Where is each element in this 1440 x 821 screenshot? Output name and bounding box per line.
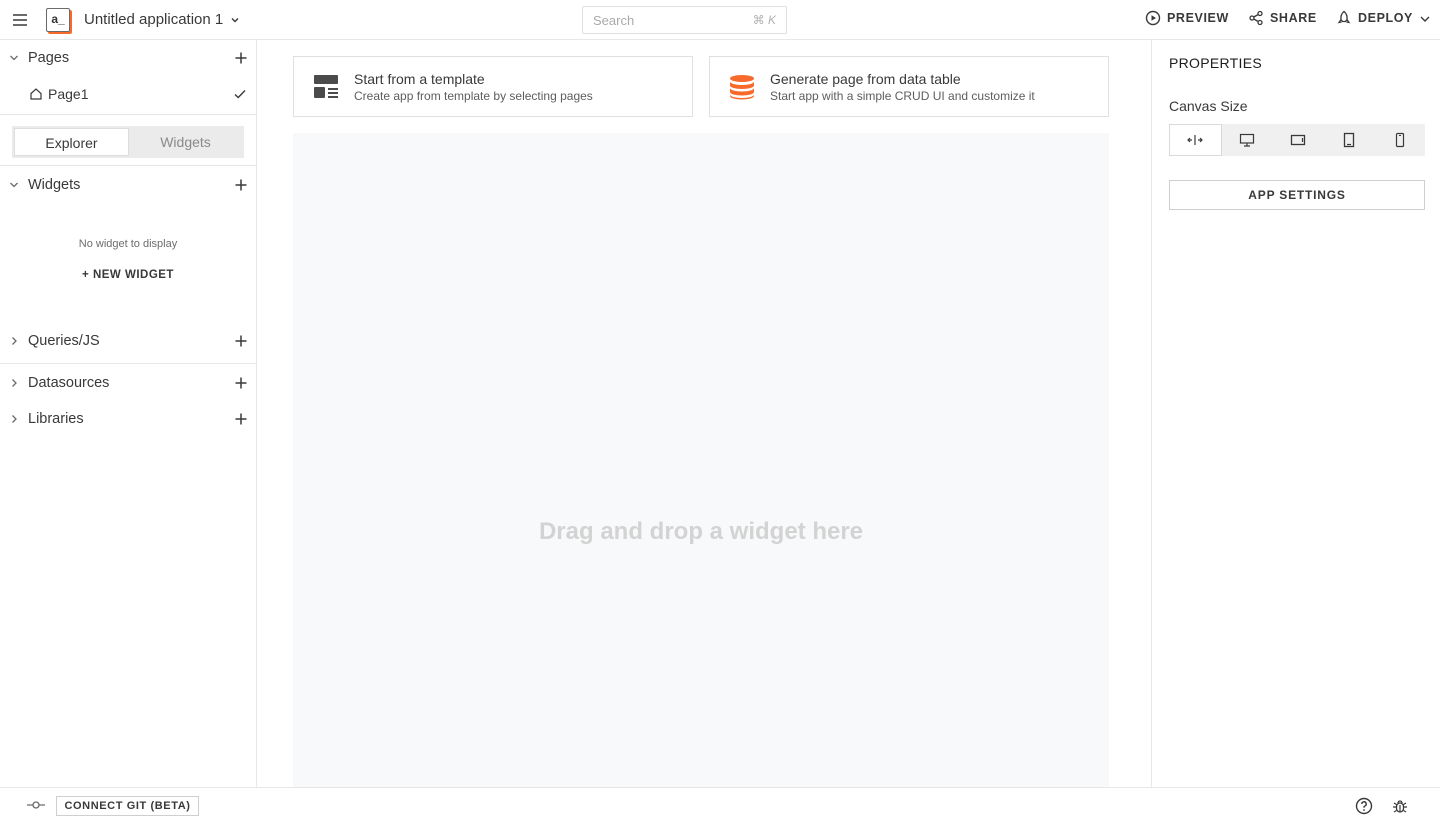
datasources-label: Datasources — [28, 375, 110, 391]
canvas-size-tablet-portrait[interactable] — [1323, 124, 1374, 156]
home-icon — [30, 88, 42, 100]
app-name-dropdown[interactable]: Untitled application 1 — [84, 11, 241, 28]
chevron-right-icon — [12, 379, 17, 387]
card-subtitle: Create app from template by selecting pa… — [354, 89, 593, 103]
canvas-placeholder-text: Drag and drop a widget here — [538, 518, 864, 545]
start-from-template-card[interactable]: Start from a template Create app from te… — [293, 56, 693, 117]
page-name: Page1 — [48, 86, 89, 102]
share-button[interactable]: SHARE — [1248, 10, 1317, 26]
deploy-label: DEPLOY — [1358, 11, 1413, 25]
app-name: Untitled application 1 — [84, 11, 224, 28]
tablet-portrait-icon — [1343, 132, 1354, 148]
pages-label: Pages — [28, 50, 70, 66]
widgets-section-header[interactable]: Widgets — [0, 167, 256, 203]
page-item-page1[interactable]: Page1 — [0, 76, 256, 112]
tab-widgets[interactable]: Widgets — [129, 128, 242, 156]
libraries-section-header[interactable]: Libraries — [0, 401, 256, 437]
search-shortcut: ⌘ K — [752, 13, 776, 27]
git-commit-icon — [27, 801, 45, 809]
chevron-down-icon — [231, 17, 239, 22]
widget-canvas[interactable]: Drag and drop a widget here — [293, 133, 1109, 787]
new-widget-button[interactable]: + NEW WIDGET — [0, 269, 256, 281]
generate-from-datatable-card[interactable]: Generate page from data table Start app … — [709, 56, 1109, 117]
search-box[interactable]: ⌘ K — [582, 6, 787, 34]
chevron-right-icon — [12, 337, 17, 345]
preview-button[interactable]: PREVIEW — [1145, 10, 1229, 26]
bug-icon[interactable] — [1391, 797, 1409, 815]
rocket-icon — [1337, 10, 1351, 24]
queries-label: Queries/JS — [28, 333, 100, 349]
database-icon — [730, 75, 754, 100]
template-layout-icon — [314, 75, 338, 98]
share-icon — [1249, 10, 1263, 26]
card-title: Start from a template — [354, 71, 485, 87]
canvas-size-selector — [1169, 124, 1425, 156]
explorer-widgets-toggle: Explorer Widgets — [12, 126, 244, 158]
deploy-options-chevron-icon[interactable] — [1418, 12, 1432, 26]
play-circle-icon — [1145, 10, 1161, 26]
add-query-plus-icon[interactable] — [234, 334, 248, 348]
section-divider — [0, 363, 256, 364]
add-datasource-plus-icon[interactable] — [234, 376, 248, 390]
add-library-plus-icon[interactable] — [234, 412, 248, 426]
bottom-bar: CONNECT GIT (BETA) — [0, 787, 1440, 821]
card-title: Generate page from data table — [770, 71, 961, 87]
chevron-right-icon — [12, 415, 17, 423]
app-settings-button[interactable]: APP SETTINGS — [1169, 180, 1425, 210]
fluid-width-icon — [1187, 135, 1204, 145]
properties-panel: PROPERTIES Canvas Size APP SETTINGS — [1151, 40, 1440, 787]
chevron-down-icon — [10, 182, 18, 188]
properties-title: PROPERTIES — [1169, 55, 1262, 71]
canvas-size-mobile[interactable] — [1374, 124, 1425, 156]
search-input[interactable] — [583, 7, 733, 33]
check-icon — [234, 90, 246, 99]
help-icon[interactable] — [1355, 797, 1373, 815]
top-header: a_ Untitled application 1 ⌘ K PREVIEW SH… — [0, 0, 1440, 40]
canvas-size-fluid[interactable] — [1169, 124, 1222, 156]
tab-explorer[interactable]: Explorer — [14, 128, 129, 156]
add-widget-plus-icon[interactable] — [234, 178, 248, 192]
desktop-icon — [1240, 133, 1255, 147]
canvas-size-tablet-landscape[interactable] — [1273, 124, 1324, 156]
canvas-size-label: Canvas Size — [1169, 98, 1248, 114]
tablet-landscape-icon — [1290, 134, 1306, 146]
deploy-button[interactable]: DEPLOY — [1336, 10, 1413, 26]
share-label: SHARE — [1270, 11, 1317, 25]
connect-git-button[interactable]: CONNECT GIT (BETA) — [56, 796, 199, 816]
canvas-size-desktop[interactable] — [1222, 124, 1273, 156]
mobile-icon — [1395, 132, 1404, 148]
explorer-sidebar: Pages Page1 Explorer Widgets Widgets No … — [0, 40, 257, 787]
editor-main: Start from a template Create app from te… — [257, 40, 1151, 787]
widgets-label: Widgets — [28, 177, 81, 193]
explorer-widgets-toggle-container: Explorer Widgets — [0, 114, 256, 166]
libraries-label: Libraries — [28, 411, 84, 427]
menu-icon[interactable] — [11, 11, 29, 29]
pages-section-header[interactable]: Pages — [0, 40, 256, 76]
preview-label: PREVIEW — [1167, 11, 1229, 25]
no-widget-message: No widget to display — [78, 238, 178, 250]
chevron-down-icon — [10, 55, 18, 61]
app-logo[interactable]: a_ — [46, 8, 70, 32]
queries-section-header[interactable]: Queries/JS — [0, 323, 256, 359]
card-subtitle: Start app with a simple CRUD UI and cust… — [770, 89, 1035, 103]
add-page-plus-icon[interactable] — [234, 51, 248, 65]
datasources-section-header[interactable]: Datasources — [0, 365, 256, 401]
